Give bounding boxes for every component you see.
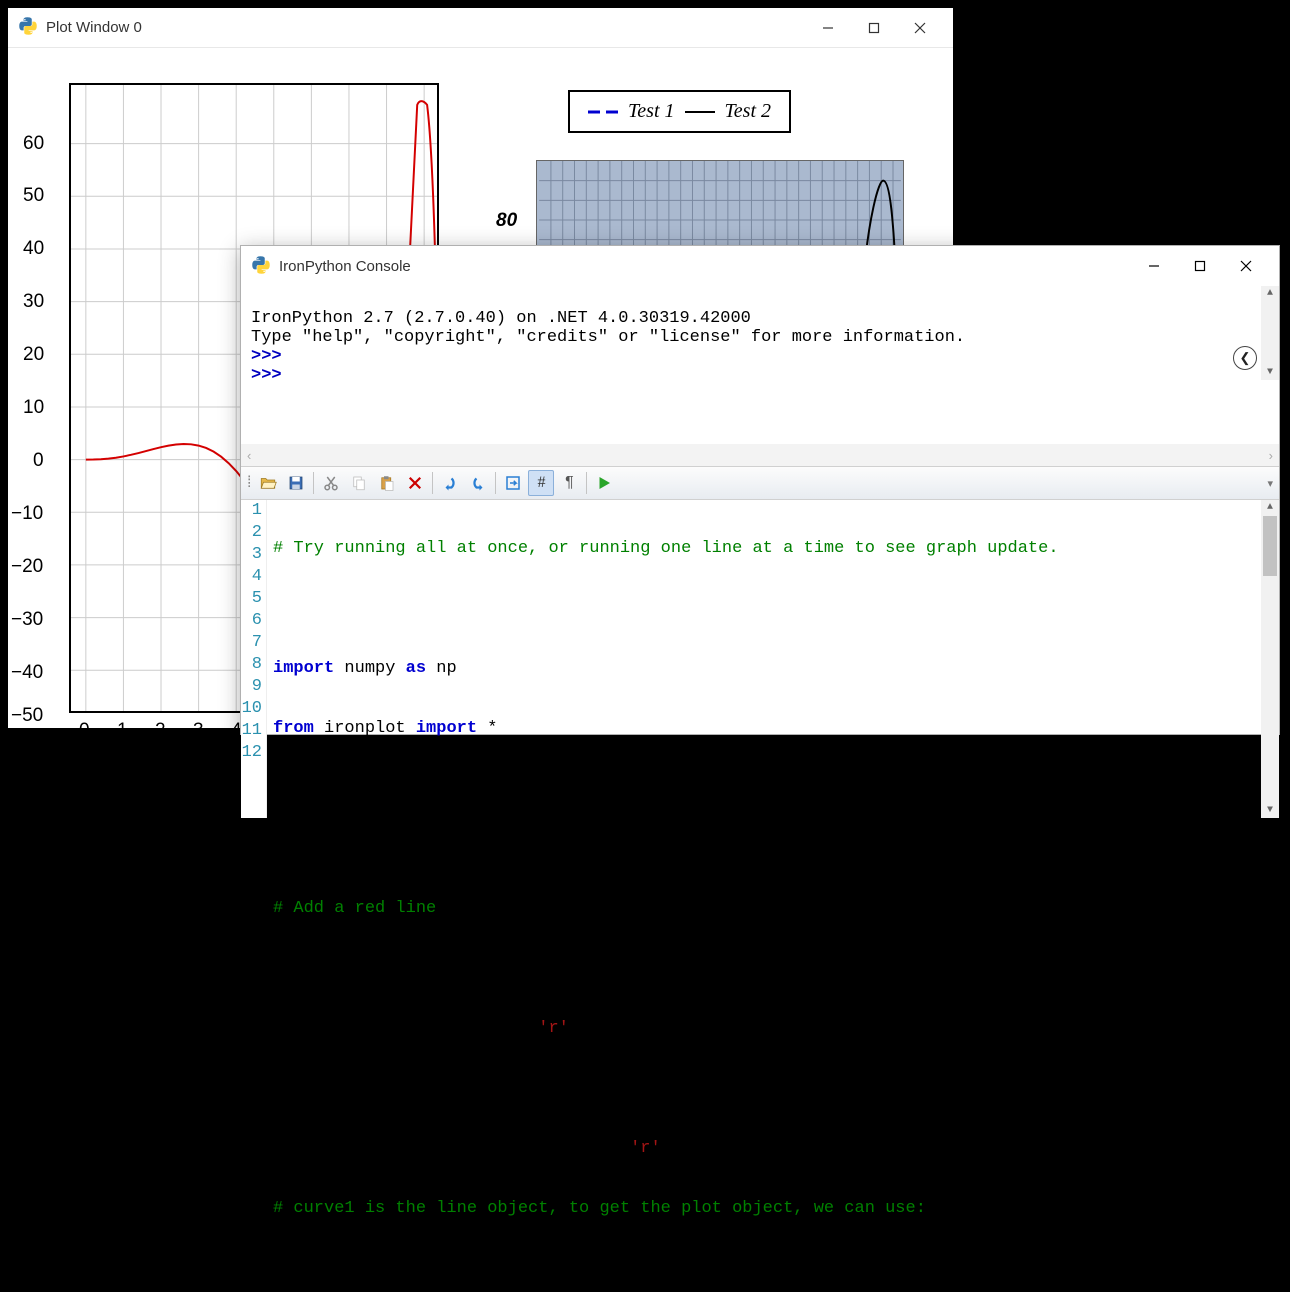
cut-button[interactable] <box>318 470 344 496</box>
ytick: 10 <box>23 397 44 419</box>
grip-icon: ⁞ <box>247 474 251 492</box>
python-icon <box>18 16 38 39</box>
xtick: 0 <box>79 720 90 742</box>
wrap-button[interactable] <box>500 470 526 496</box>
run-button[interactable] <box>591 470 617 496</box>
plot-window-titlebar[interactable]: Plot Window 0 <box>8 8 953 48</box>
editor-toolbar: ⁞ # ¶ ▾ <box>241 466 1279 500</box>
line-number-gutter: 123456789101112 <box>241 500 267 818</box>
minimize-button[interactable] <box>805 12 851 44</box>
xtick: 2 <box>155 720 166 742</box>
banner-line: Type "help", "copyright", "credits" or "… <box>251 328 965 347</box>
delete-button[interactable] <box>402 470 428 496</box>
prompt: >>> <box>251 366 282 385</box>
ytick: −50 <box>11 705 43 727</box>
right-ytick-80: 80 <box>496 210 517 232</box>
collapse-button[interactable]: ❮ <box>1233 346 1257 370</box>
ytick: 60 <box>23 133 44 155</box>
scroll-up-icon[interactable]: ▲ <box>1265 286 1275 301</box>
ytick: −30 <box>11 609 43 631</box>
ytick: −20 <box>11 556 43 578</box>
prompt: >>> <box>251 347 282 366</box>
legend-dash-icon <box>588 106 618 118</box>
python-icon <box>251 255 271 278</box>
scroll-thumb[interactable] <box>1263 516 1277 576</box>
xtick: 3 <box>193 720 204 742</box>
legend-item-1: Test 1 <box>628 100 675 123</box>
legend-solid-icon <box>685 106 715 118</box>
open-button[interactable] <box>255 470 281 496</box>
whitespace-button[interactable]: ¶ <box>556 470 582 496</box>
toolbar-overflow-icon[interactable]: ▾ <box>1267 477 1273 490</box>
legend-item-2: Test 2 <box>725 100 772 123</box>
minimize-button[interactable] <box>1131 250 1177 282</box>
ytick: 0 <box>33 450 44 472</box>
console-window-title: IronPython Console <box>279 258 1131 275</box>
plot-window-title: Plot Window 0 <box>46 19 805 36</box>
banner-line: IronPython 2.7 (2.7.0.40) on .NET 4.0.30… <box>251 309 751 328</box>
ytick: 20 <box>23 344 44 366</box>
ytick: 50 <box>23 185 44 207</box>
redo-button[interactable] <box>465 470 491 496</box>
ytick: 30 <box>23 291 44 313</box>
breadcrumb-bar[interactable]: ‹ › <box>241 444 1279 466</box>
undo-button[interactable] <box>437 470 463 496</box>
paste-button[interactable] <box>374 470 400 496</box>
console-scrollbar[interactable]: ▲ ▼ <box>1261 286 1279 380</box>
close-button[interactable] <box>1223 250 1269 282</box>
close-button[interactable] <box>897 12 943 44</box>
scroll-down-icon[interactable]: ▼ <box>1265 803 1275 818</box>
ytick: −10 <box>11 503 43 525</box>
comment-button[interactable]: # <box>528 470 554 496</box>
editor-scrollbar[interactable]: ▲ ▼ <box>1261 500 1279 818</box>
code-editor[interactable]: 123456789101112 # Try running all at onc… <box>241 500 1279 818</box>
maximize-button[interactable] <box>1177 250 1223 282</box>
chart-legend: Test 1 Test 2 <box>568 90 791 133</box>
scroll-down-icon[interactable]: ▼ <box>1265 365 1275 380</box>
code-area[interactable]: # Try running all at once, or running on… <box>267 500 1279 818</box>
nav-left-icon[interactable]: ‹ <box>247 448 251 463</box>
scroll-up-icon[interactable]: ▲ <box>1265 500 1275 515</box>
copy-button[interactable] <box>346 470 372 496</box>
maximize-button[interactable] <box>851 12 897 44</box>
ytick: −40 <box>11 662 43 684</box>
nav-right-icon[interactable]: › <box>1269 448 1273 463</box>
console-output[interactable]: IronPython 2.7 (2.7.0.40) on .NET 4.0.30… <box>241 286 1279 442</box>
ytick: 40 <box>23 238 44 260</box>
save-button[interactable] <box>283 470 309 496</box>
console-window: IronPython Console IronPython 2.7 (2.7.0… <box>240 245 1280 735</box>
console-window-titlebar[interactable]: IronPython Console <box>241 246 1279 286</box>
xtick: 1 <box>117 720 128 742</box>
